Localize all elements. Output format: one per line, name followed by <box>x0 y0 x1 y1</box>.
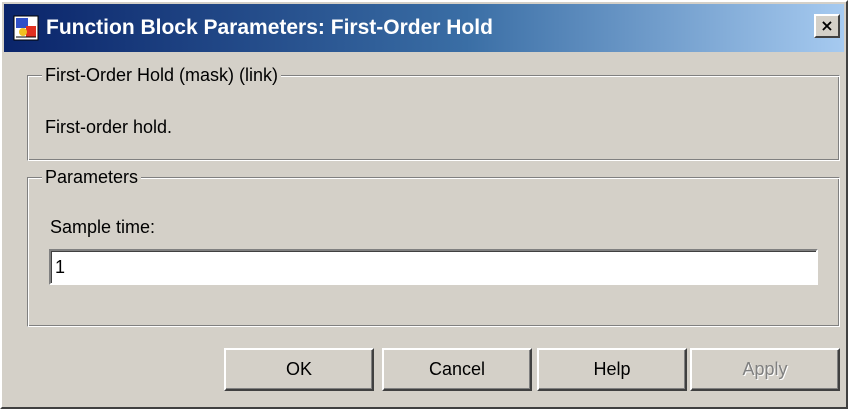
window-title: Function Block Parameters: First-Order H… <box>46 16 493 39</box>
close-button[interactable]: × <box>814 14 840 38</box>
description-groupbox: First-Order Hold (mask) (link) First-ord… <box>27 64 840 161</box>
simulink-block-icon <box>13 15 39 41</box>
sample-time-label: Sample time: <box>50 217 156 237</box>
parameters-group-legend: Parameters <box>42 166 142 188</box>
parameters-groupbox: Parameters Sample time: <box>27 166 840 327</box>
block-description: First-order hold. <box>45 117 173 137</box>
title-bar[interactable]: Function Block Parameters: First-Order H… <box>4 4 844 52</box>
apply-button[interactable]: Apply <box>690 348 840 391</box>
ok-button[interactable]: OK <box>224 348 374 391</box>
help-button[interactable]: Help <box>537 348 687 391</box>
close-icon: × <box>820 16 834 35</box>
description-group-legend: First-Order Hold (mask) (link) <box>42 64 282 86</box>
dialog-window: Function Block Parameters: First-Order H… <box>0 0 848 409</box>
sample-time-input[interactable] <box>49 249 818 285</box>
cancel-button[interactable]: Cancel <box>382 348 532 391</box>
